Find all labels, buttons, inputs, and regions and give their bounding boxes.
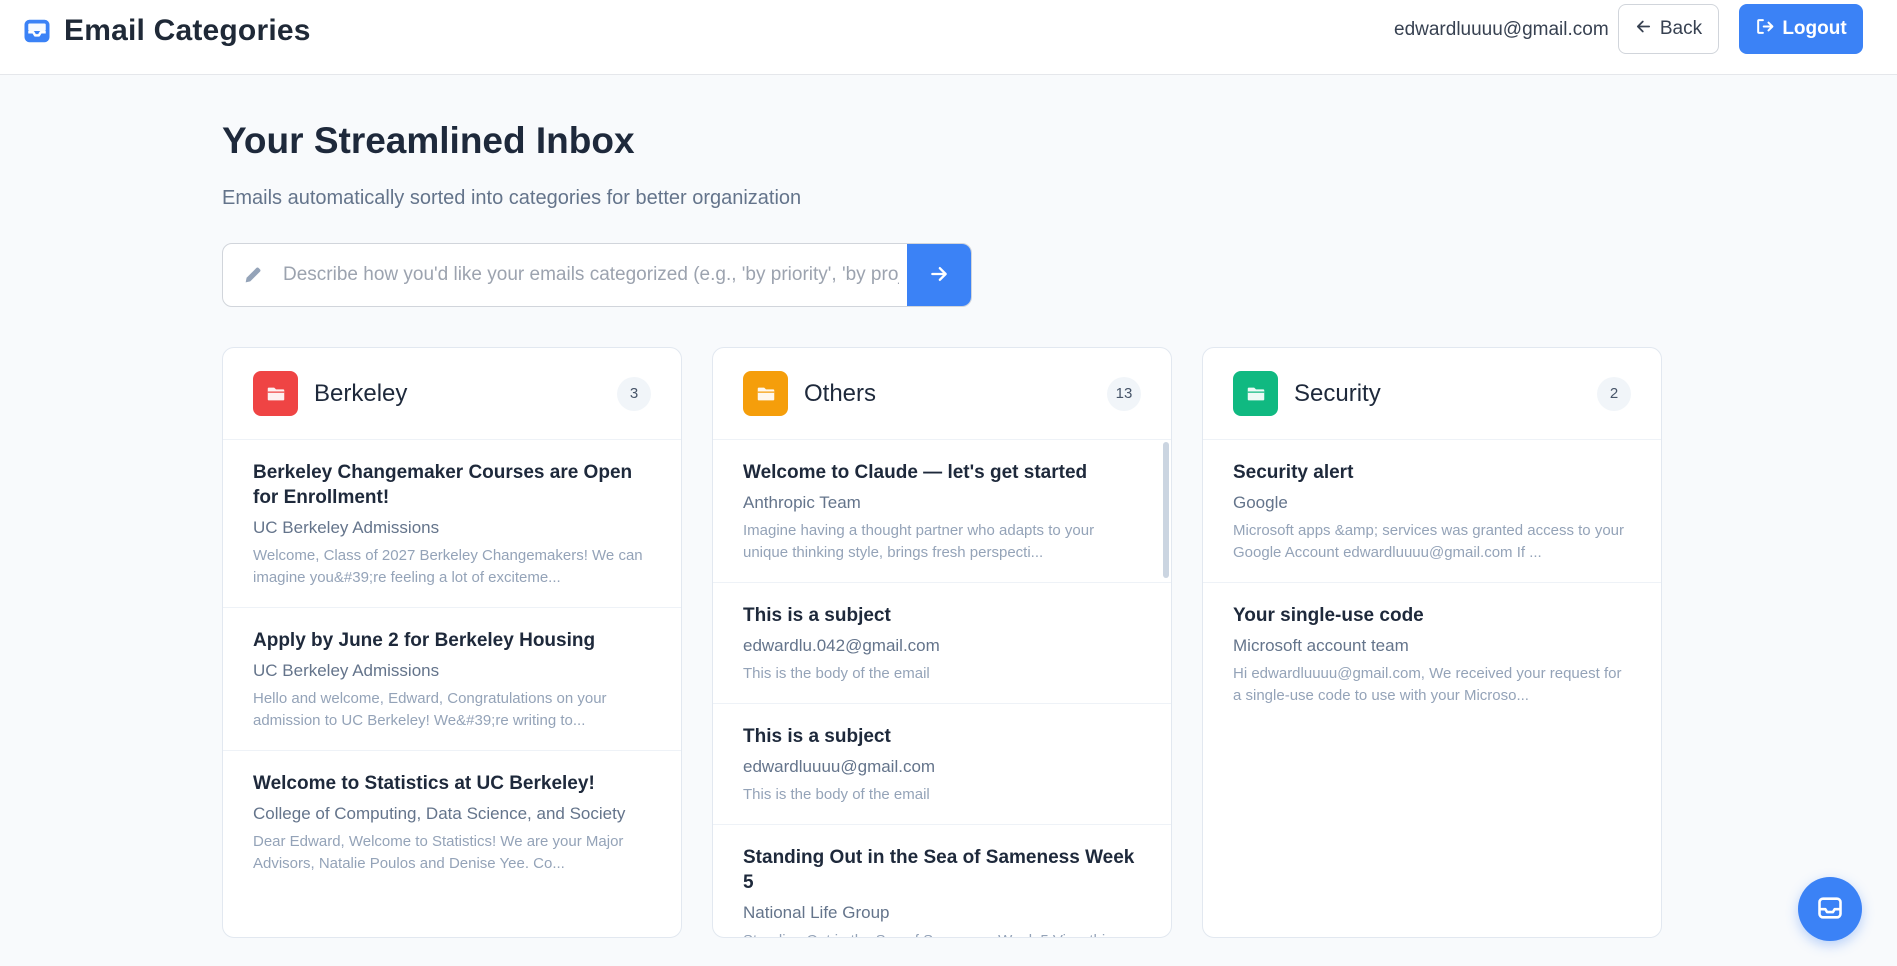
back-button[interactable]: Back [1618, 4, 1719, 54]
email-subject: This is a subject [743, 726, 891, 747]
submit-prompt-button[interactable] [907, 244, 971, 306]
categorize-prompt-bar [222, 243, 972, 307]
top-navbar: Email Categories edwardluuuu@gmail.com B… [0, 0, 1897, 75]
category-title: Security [1294, 379, 1381, 407]
inbox-icon [1816, 894, 1844, 925]
email-list: Welcome to Claude — let's get started An… [713, 440, 1171, 937]
email-item[interactable]: Security alert Google Microsoft apps &am… [1203, 440, 1661, 583]
email-sender: edwardlu.042@gmail.com [743, 636, 940, 655]
email-item[interactable]: Apply by June 2 for Berkeley Housing UC … [223, 608, 681, 751]
logout-icon [1755, 17, 1774, 42]
email-preview: Hello and welcome, Edward, Congratulatio… [253, 690, 607, 729]
page-title: Your Streamlined Inbox [222, 120, 635, 161]
category-card-berkeley: Berkeley 3 Berkeley Changemaker Courses … [222, 347, 682, 938]
category-title: Berkeley [314, 379, 408, 407]
user-email: edwardluuuu@gmail.com [1394, 19, 1609, 40]
email-preview: This is the body of the email [743, 665, 930, 682]
folder-icon [743, 371, 788, 416]
category-card-others: Others 13 Welcome to Claude — let's get … [712, 347, 1172, 938]
category-header[interactable]: Security 2 [1203, 348, 1661, 440]
categorize-prompt-input[interactable] [283, 244, 907, 306]
floating-inbox-button[interactable] [1798, 877, 1862, 941]
email-preview: Dear Edward, Welcome to Statistics! We a… [253, 833, 624, 872]
arrow-right-icon [929, 264, 949, 287]
email-sender: Google [1233, 493, 1288, 512]
email-list: Security alert Google Microsoft apps &am… [1203, 440, 1661, 937]
count-badge: 2 [1597, 376, 1631, 411]
back-label: Back [1659, 18, 1703, 39]
email-preview: This is the body of the email [743, 786, 930, 803]
folder-icon [253, 371, 298, 416]
email-preview: Hi edwardluuuu@gmail.com, We received yo… [1233, 665, 1622, 704]
email-list: Berkeley Changemaker Courses are Open fo… [223, 440, 681, 937]
inbox-icon [22, 16, 52, 46]
email-item[interactable]: Welcome to Statistics at UC Berkeley! Co… [223, 751, 681, 893]
logout-label: Logout [1782, 18, 1847, 39]
email-sender: UC Berkeley Admissions [253, 661, 440, 680]
pencil-icon [223, 244, 283, 306]
email-subject: Standing Out in the Sea of Sameness Week… [743, 847, 1135, 893]
email-subject: Welcome to Claude — let's get started [743, 462, 1088, 483]
arrow-left-icon [1635, 18, 1652, 41]
category-card-security: Security 2 Security alert Google Microso… [1202, 347, 1662, 938]
page-subtitle: Emails automatically sorted into categor… [222, 187, 802, 209]
folder-icon [1233, 371, 1278, 416]
brand: Email Categories [22, 14, 311, 48]
email-subject: Security alert [1233, 462, 1354, 483]
email-item[interactable]: Welcome to Claude — let's get started An… [713, 440, 1171, 583]
email-sender: Anthropic Team [743, 493, 861, 512]
email-sender: College of Computing, Data Science, and … [253, 804, 626, 823]
email-sender: Microsoft account team [1233, 636, 1409, 655]
count-badge: 3 [617, 376, 651, 411]
scrollbar[interactable] [1163, 442, 1169, 578]
email-item[interactable]: This is a subject edwardlu.042@gmail.com… [713, 583, 1171, 704]
email-preview: Standing Out in the Sea of Sameness Week… [743, 930, 1141, 937]
email-subject: This is a subject [743, 605, 891, 626]
email-item[interactable]: Standing Out in the Sea of Sameness Week… [713, 825, 1171, 937]
email-preview: Welcome, Class of 2027 Berkeley Changema… [253, 547, 643, 586]
email-preview: Imagine having a thought partner who ada… [743, 522, 1095, 561]
category-title: Others [804, 379, 877, 407]
app-title: Email Categories [64, 14, 311, 47]
category-header[interactable]: Others 13 [713, 348, 1171, 440]
email-sender: edwardluuuu@gmail.com [743, 757, 936, 776]
count-badge: 13 [1107, 376, 1141, 411]
email-item[interactable]: Your single-use code Microsoft account t… [1203, 583, 1661, 725]
email-subject: Apply by June 2 for Berkeley Housing [253, 630, 596, 651]
email-item[interactable]: Berkeley Changemaker Courses are Open fo… [223, 440, 681, 608]
email-sender: UC Berkeley Admissions [253, 518, 440, 537]
email-subject: Berkeley Changemaker Courses are Open fo… [253, 462, 633, 508]
email-sender: National Life Group [743, 903, 890, 922]
category-header[interactable]: Berkeley 3 [223, 348, 681, 440]
email-item[interactable]: This is a subject edwardluuuu@gmail.com … [713, 704, 1171, 825]
email-subject: Welcome to Statistics at UC Berkeley! [253, 773, 595, 794]
logout-button[interactable]: Logout [1739, 4, 1863, 54]
email-preview: Microsoft apps &amp; services was grante… [1233, 522, 1624, 561]
email-subject: Your single-use code [1233, 605, 1424, 626]
